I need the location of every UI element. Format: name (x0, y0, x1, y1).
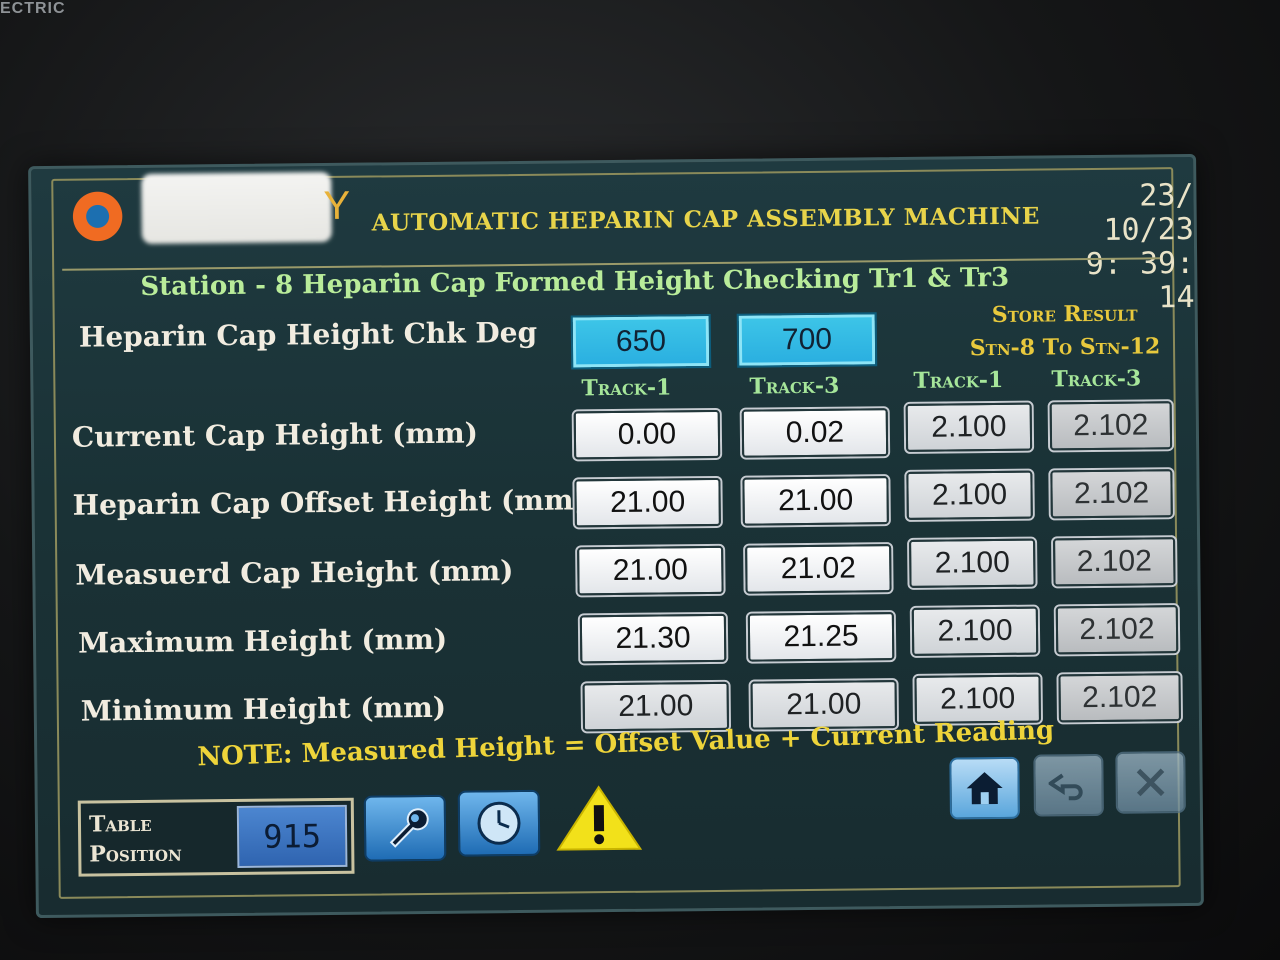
store-maximum-height-track3: 2.102 (1055, 605, 1179, 655)
close-button[interactable] (1115, 751, 1186, 814)
store-measured-height-track1: 2.100 (909, 538, 1036, 588)
offset-height-track1[interactable]: 21.00 (574, 477, 721, 528)
col-header-track1: Track-1 (581, 374, 672, 402)
store-current-height-track1: 2.100 (905, 402, 1033, 452)
check-deg-label: Heparin Cap Height Chk Deg (78, 315, 538, 354)
check-deg-track1-input[interactable]: 650 (570, 313, 712, 370)
measured-height-track3: 21.02 (745, 544, 892, 594)
store-measured-height-track3: 2.102 (1053, 537, 1176, 587)
company-logo-icon (61, 180, 134, 253)
check-deg-track3-input[interactable]: 700 (736, 312, 878, 368)
row-label-minimum-height: Minimum Height (mm) (80, 690, 447, 728)
row-label-maximum-height: Maximum Height (mm) (77, 622, 448, 660)
store-offset-height-track1: 2.100 (906, 470, 1033, 520)
bezel-brand-text: ECTRIC (0, 0, 66, 17)
timer-button[interactable] (457, 789, 541, 857)
store-minimum-height-track3: 2.102 (1058, 673, 1181, 723)
hmi-screen: Y AUTOMATIC HEPARIN CAP ASSEMBLY MACHINE… (28, 153, 1204, 919)
col-header-track3: Track-3 (749, 372, 840, 400)
row-label-current-height: Current Cap Height (mm) (71, 416, 479, 454)
back-icon (1048, 773, 1083, 801)
table-position-label-line1: Table (88, 810, 152, 838)
col-header-store-track3: Track-3 (1051, 365, 1142, 393)
settings-button[interactable] (363, 794, 447, 862)
maximum-height-track1[interactable]: 21.30 (579, 613, 727, 664)
table-position-value: 915 (236, 804, 348, 868)
table-position-label-line2: Position (89, 840, 182, 868)
home-button[interactable] (949, 756, 1020, 820)
warning-icon[interactable] (554, 783, 645, 854)
current-height-track3[interactable]: 0.02 (741, 408, 889, 458)
store-result-line1: Store Result (991, 300, 1138, 329)
store-maximum-height-track1: 2.100 (911, 606, 1039, 656)
table-position-label: Table Position (89, 809, 182, 870)
maximum-height-track3[interactable]: 21.25 (747, 612, 895, 662)
store-result-line2: Stn-8 To Stn-12 (969, 333, 1161, 362)
table-position-panel: Table Position 915 (77, 797, 355, 877)
logo-redaction (141, 171, 332, 244)
store-result-heading: Store Result Stn-8 To Stn-12 (945, 297, 1186, 366)
store-offset-height-track3: 2.102 (1050, 469, 1173, 519)
wrench-icon (389, 808, 429, 848)
offset-height-track3[interactable]: 21.00 (742, 476, 889, 526)
date-display: 23/ 10/23 (1103, 177, 1195, 248)
measured-height-track1: 21.00 (577, 545, 724, 596)
minimum-height-track1[interactable]: 21.00 (582, 681, 730, 732)
logo-text-fragment: Y (323, 183, 351, 229)
datetime-display: 23/ 10/23 9: 39: 14 (1039, 177, 1195, 317)
home-icon (966, 772, 1003, 805)
current-height-track1[interactable]: 0.00 (573, 409, 721, 460)
back-button[interactable] (1033, 753, 1104, 817)
close-icon (1136, 768, 1165, 797)
row-label-measured-height: Measuerd Cap Height (mm) (75, 554, 514, 592)
col-header-store-track1: Track-1 (913, 366, 1004, 394)
row-label-offset-height: Heparin Cap Offset Height (mm) (72, 483, 587, 522)
store-current-height-track3: 2.102 (1049, 401, 1173, 451)
clock-icon (477, 801, 521, 845)
